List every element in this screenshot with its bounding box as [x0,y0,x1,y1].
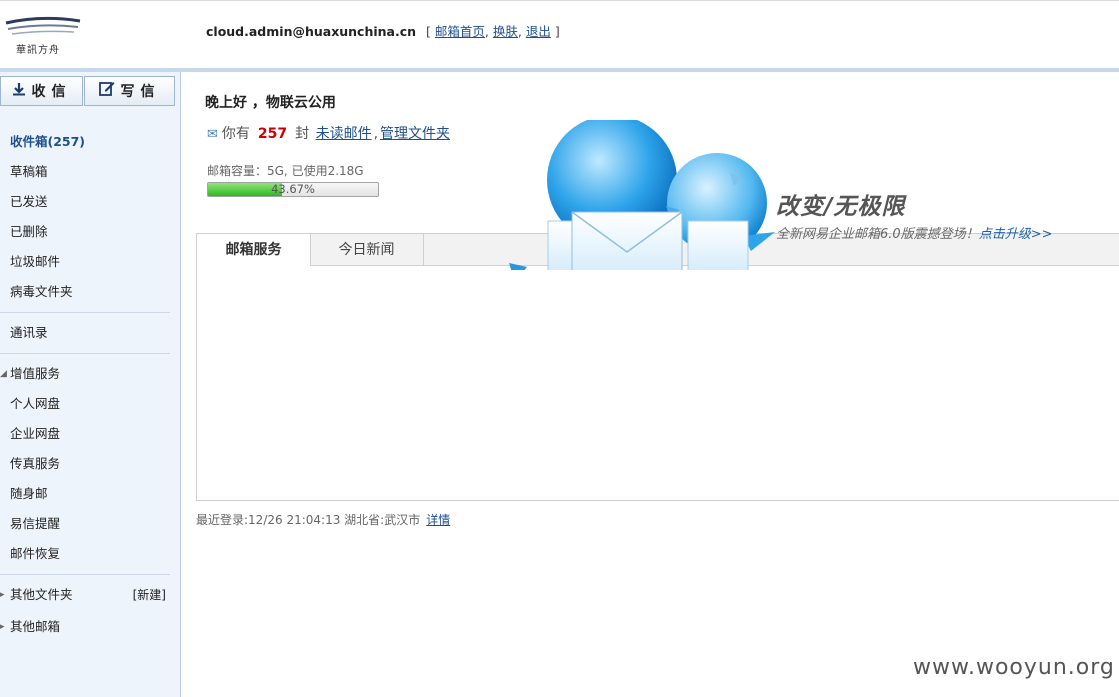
main-content: 晚上好 ，物联云公用 ✉ 你有 257 封 未读邮件, 管理文件夹 邮箱容量：5G, 已… [181,72,1119,697]
upgrade-link[interactable]: 点击升级>> [979,227,1053,242]
tab-mail-service[interactable]: 邮箱服务 [197,234,311,266]
quota-label: 邮箱容量：5G, 已使用2.18G [207,164,364,178]
promo-subtitle: 全新网易企业邮箱6.0版震撼登场！点击升级>> [776,223,1052,242]
mailbox-home-link[interactable]: 邮箱首页 [435,24,485,39]
user-email: cloud.admin@huaxunchina.cn [206,24,417,39]
edit-icon [98,77,115,107]
service-yixin-reminder[interactable]: 易信提醒 [0,509,176,539]
quota-percent: 43.67% [271,182,315,196]
unread-summary: ✉ 你有 257 封 未读邮件, 管理文件夹 [207,126,451,142]
contacts-link[interactable]: 通讯录 [0,318,176,348]
expand-arrow-icon: ◢ [0,369,7,379]
logo-text: 華訊方舟 [16,45,60,56]
unread-count: 257 [257,126,288,142]
user-info: cloud.admin@huaxunchina.cn [ 邮箱首页, 换肤, 退… [206,21,560,40]
watermark: www.wooyun.org [913,655,1115,680]
service-personal-disk[interactable]: 个人网盘 [0,389,176,419]
unit-text: 封 [295,126,310,142]
folder-spam[interactable]: 垃圾邮件 [0,247,176,277]
you-have-text: 你有 [221,126,250,142]
divider [0,574,170,575]
folder-virus[interactable]: 病毒文件夹 [0,277,176,307]
change-skin-link[interactable]: 换肤 [493,24,518,39]
header-links: [ 邮箱首页, 换肤, 退出 ] [426,24,560,39]
other-folders-label: 其他文件夹 [10,587,73,602]
value-added-services[interactable]: ◢ 增值服务 [0,359,176,389]
other-mailboxes-label: 其他邮箱 [10,619,61,634]
sidebar-actions: 收信 写信 [0,76,176,108]
service-mobile-mail[interactable]: 随身邮 [0,479,176,509]
sidebar: 收信 写信 收件箱(257) 草稿箱 已发送 已删除 垃圾邮件 病毒文件夹 通讯… [0,72,181,697]
folder-sent[interactable]: 已发送 [0,187,176,217]
new-folder-link[interactable]: [新建] [133,580,166,610]
compose-mail-button[interactable]: 写信 [84,76,175,106]
services-header-label: 增值服务 [10,366,61,381]
folder-inbox[interactable]: 收件箱(257) [0,127,176,157]
other-folders[interactable]: ▸ 其他文件夹 [新建] [0,580,176,610]
receive-mail-button[interactable]: 收信 [0,76,83,106]
unread-mail-link[interactable]: 未读邮件 [316,126,372,142]
folder-deleted[interactable]: 已删除 [0,217,176,247]
promo-title: 改变/无极限 [776,194,906,220]
service-enterprise-disk[interactable]: 企业网盘 [0,419,176,449]
collapse-arrow-icon: ▸ [0,590,5,600]
service-mail-recovery[interactable]: 邮件恢复 [0,539,176,569]
promo-illustration[interactable] [501,115,801,285]
quota-progress-bar: 43.67% [207,182,379,197]
other-mailboxes[interactable]: ▸ 其他邮箱 [0,612,176,642]
collapse-arrow-icon: ▸ [0,622,5,632]
last-login-text: 最近登录:12/26 21:04:13 湖北省:武汉市 [196,513,421,527]
folder-list: 收件箱(257) 草稿箱 已发送 已删除 垃圾邮件 病毒文件夹 通讯录 ◢ 增值服… [0,127,176,642]
receive-label: 收信 [31,84,72,100]
last-login-info: 最近登录:12/26 21:04:13 湖北省:武汉市 详情 [196,511,450,528]
login-details-link[interactable]: 详情 [426,513,450,527]
service-panel: 邮箱服务 今日新闻 [196,233,1119,501]
divider [0,312,170,313]
folder-drafts[interactable]: 草稿箱 [0,157,176,187]
compose-label: 写信 [120,84,161,100]
manage-folders-link[interactable]: 管理文件夹 [380,126,450,142]
tab-today-news[interactable]: 今日新闻 [310,234,424,265]
promo-subtitle-text: 全新网易企业邮箱6.0版震撼登场！ [776,227,979,242]
header: 華訊方舟 cloud.admin@huaxunchina.cn [ 邮箱首页, … [0,0,1119,69]
download-icon [12,77,26,107]
greeting: 晚上好 ，物联云公用 [205,95,336,111]
divider [0,353,170,354]
service-fax[interactable]: 传真服务 [0,449,176,479]
envelope-icon: ✉ [207,127,218,142]
logout-link[interactable]: 退出 [526,24,551,39]
